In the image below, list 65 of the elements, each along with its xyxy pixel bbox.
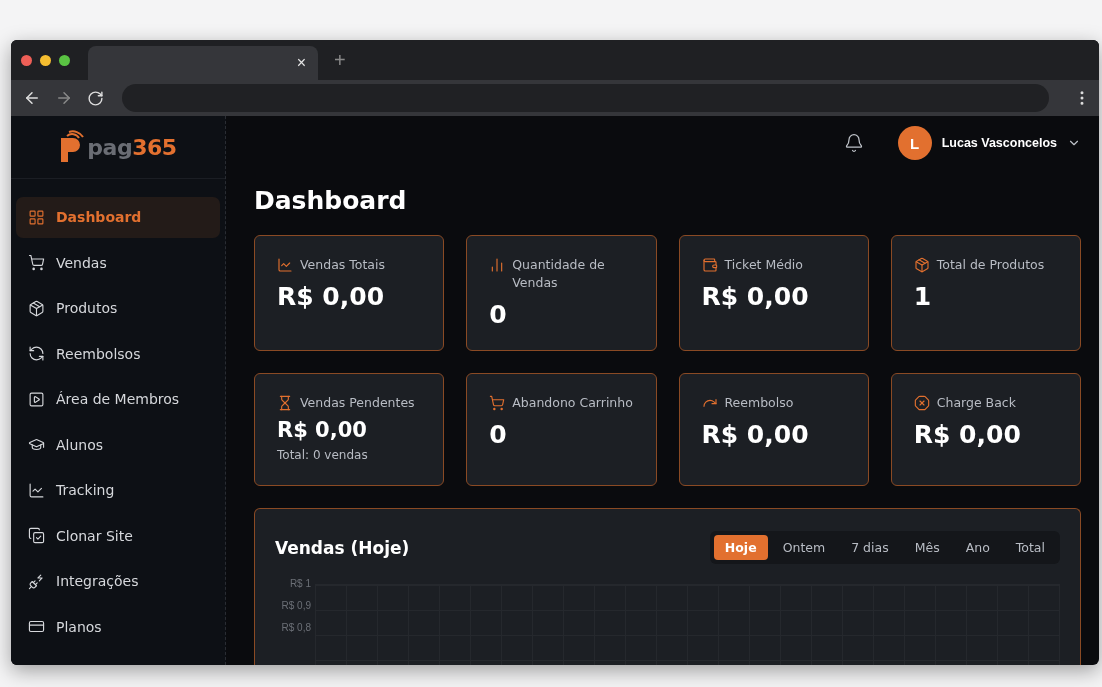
tab-close-button[interactable]: × [292, 54, 310, 72]
octagon-x-icon [913, 395, 930, 411]
sidebar-item[interactable]: Alunos [16, 424, 220, 465]
grid-icon [28, 208, 45, 226]
y-axis-label: R$ 0,9 [281, 600, 311, 611]
stat-label: Quantidade de Vendas [512, 256, 606, 292]
stat-label: Vendas Totais [300, 256, 385, 274]
play-square-icon [28, 390, 45, 408]
avatar: L [897, 126, 932, 160]
stat-value: R$ 0,00 [701, 282, 810, 311]
logo-text: pag365 [87, 134, 177, 160]
user-menu-button[interactable]: L Lucas Vasconcelos [877, 126, 1081, 160]
page-title: Dashboard [254, 186, 408, 215]
stat-value: R$ 0,00 [913, 420, 1022, 449]
minimize-window-icon[interactable] [40, 54, 51, 66]
stat-label: Abandono Carrinho [512, 394, 633, 412]
box-icon [913, 257, 930, 273]
stat-label: Total de Produtos [936, 256, 1045, 274]
box-icon [28, 299, 45, 317]
range-tab[interactable]: Ontem [771, 535, 837, 560]
back-icon[interactable] [23, 89, 41, 107]
sidebar-item[interactable]: Tracking [16, 470, 220, 511]
stat-value: 0 [489, 300, 508, 329]
range-tab[interactable]: Ano [954, 535, 1001, 560]
range-tab[interactable]: Total [1004, 535, 1056, 560]
close-window-icon[interactable] [21, 54, 32, 66]
range-tab[interactable]: Mês [903, 535, 951, 560]
sidebar-item[interactable]: Dashboard [16, 197, 220, 238]
browser-tab[interactable]: × [88, 46, 318, 80]
notification-bell-icon[interactable] [843, 133, 864, 153]
sidebar-item[interactable]: Planos [16, 606, 220, 647]
copy-check-icon [28, 527, 45, 545]
stat-label: Reembolso [724, 394, 794, 412]
refresh-icon [28, 345, 45, 363]
sidebar-item[interactable]: Vendas [16, 242, 220, 283]
panel-title: Vendas (Hoje) [275, 537, 410, 558]
cart-icon [28, 254, 45, 272]
range-tab[interactable]: 7 dias [840, 535, 900, 560]
stat-label: Ticket Médio [724, 256, 803, 274]
new-tab-button[interactable]: + [328, 47, 352, 73]
stat-value: 1 [913, 282, 933, 311]
hourglass-icon [277, 395, 293, 411]
stat-label: Vendas Pendentes [300, 394, 415, 412]
line-chart-icon [28, 481, 45, 499]
maximize-window-icon[interactable] [59, 54, 70, 66]
sidebar-item[interactable]: Clonar Site [16, 515, 220, 556]
cart-icon [489, 395, 506, 411]
wallet-icon [701, 257, 718, 273]
sidebar-item[interactable]: Área de Membros [16, 379, 220, 420]
y-axis-label: R$ 1 [289, 578, 311, 589]
y-axis-label: R$ 0,8 [281, 622, 311, 633]
stat-label: Charge Back [936, 394, 1016, 412]
sidebar-item[interactable]: Integrações [16, 561, 220, 602]
forward-icon[interactable] [55, 89, 73, 107]
logo-icon [59, 130, 86, 164]
stat-note: Total: 0 vendas [277, 448, 369, 462]
stat-value: R$ 0,00 [277, 418, 368, 442]
reload-icon[interactable] [87, 89, 104, 107]
plug-icon [28, 572, 45, 590]
line-chart-icon [277, 257, 293, 273]
sidebar-item[interactable]: Reembolsos [16, 333, 220, 374]
stat-value: 0 [489, 420, 508, 449]
stat-value: R$ 0,00 [277, 282, 386, 311]
stat-value: R$ 0,00 [701, 420, 810, 449]
sidebar-item[interactable]: Produtos [16, 288, 220, 329]
